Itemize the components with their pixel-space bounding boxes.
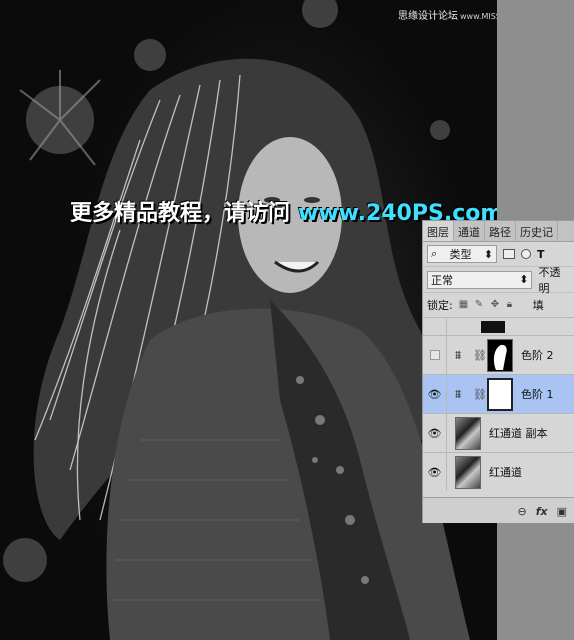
panel-tabs: 图层 通道 路径 历史记	[423, 221, 574, 242]
layer-thumb	[455, 416, 481, 450]
adjustment-filter-icon[interactable]	[521, 249, 531, 259]
layer-red-channel[interactable]: 👁︎ 红通道	[423, 452, 574, 491]
layer-partial-top[interactable]	[423, 317, 574, 335]
mask-thumb[interactable]	[487, 338, 513, 372]
fill-label: 填	[532, 298, 544, 312]
lock-transparent-icon[interactable]: ▦	[459, 299, 469, 310]
promo-text: 更多精品教程，请访问	[70, 201, 291, 226]
opacity-label: 不透明	[538, 265, 561, 295]
watermark-top-url: www.MISSYUAN.COM	[460, 12, 497, 21]
mask-icon[interactable]: ▣	[557, 505, 567, 518]
watermark-top-cn: 思缘设计论坛	[398, 11, 458, 22]
lock-all-icon[interactable]: 🔒︎	[507, 299, 517, 310]
layer-name: 色阶 1	[521, 388, 554, 401]
lock-label: 锁定:	[427, 298, 453, 312]
type-filter-icon[interactable]: T	[537, 248, 545, 261]
layer-red-channel-copy[interactable]: 👁︎ 红通道 副本	[423, 413, 574, 452]
layer-thumb	[481, 320, 505, 333]
layers-panel: 图层 通道 路径 历史记 ⌕ 类型 ⬍ T 正常 ⬍ 不透明 锁定: ▦ ✎ ✥…	[422, 220, 574, 523]
visibility-toggle[interactable]	[423, 318, 447, 335]
layer-levels-2[interactable]: ⩩ ⛓︎ 色阶 2	[423, 335, 574, 374]
link-icon[interactable]: ⛓︎	[473, 388, 487, 401]
visibility-toggle[interactable]: 👁︎	[423, 375, 447, 413]
visibility-toggle[interactable]: 👁︎	[423, 414, 447, 452]
layer-name: 色阶 2	[521, 349, 554, 362]
blend-mode-label: 正常	[431, 273, 453, 287]
visibility-off-icon	[429, 350, 440, 360]
link-icon[interactable]: ⊖	[517, 505, 526, 518]
layer-name: 红通道 副本	[489, 427, 548, 440]
stepper-icon: ⬍	[519, 273, 529, 286]
tab-paths[interactable]: 路径	[485, 221, 516, 241]
layer-name: 红通道	[489, 466, 522, 479]
eye-icon: 👁︎	[427, 465, 442, 479]
layer-levels-1[interactable]: 👁︎ ⩩ ⛓︎ 色阶 1	[423, 374, 574, 413]
mask-thumb[interactable]	[487, 377, 513, 411]
tab-channels[interactable]: 通道	[454, 221, 485, 241]
mask-shape-icon	[493, 344, 507, 370]
link-icon[interactable]: ⛓︎	[473, 349, 487, 362]
image-filter-icon[interactable]	[503, 249, 515, 259]
fx-icon[interactable]: fx	[536, 505, 548, 518]
blend-mode-select[interactable]: 正常 ⬍	[427, 270, 533, 289]
lock-move-icon[interactable]: ✥	[491, 299, 501, 310]
visibility-toggle[interactable]: 👁︎	[423, 453, 447, 491]
eye-icon: 👁︎	[427, 426, 442, 440]
tab-history[interactable]: 历史记	[516, 221, 558, 241]
kind-filter-label: 类型	[449, 248, 472, 261]
layer-list: ⩩ ⛓︎ 色阶 2 👁︎ ⩩ ⛓︎ 色阶 1 👁︎ 红通道 副本 👁︎ 红通道	[423, 317, 574, 491]
search-icon: ⌕	[431, 247, 438, 260]
levels-icon: ⩩	[455, 386, 462, 401]
blend-row: 正常 ⬍ 不透明	[423, 266, 574, 295]
kind-filter-select[interactable]: ⌕ 类型 ⬍	[427, 245, 497, 263]
panel-bottom-bar: ⊖ fx ▣	[423, 497, 574, 523]
stepper-icon: ⬍	[483, 247, 493, 261]
levels-icon: ⩩	[455, 347, 462, 362]
visibility-toggle[interactable]	[423, 336, 447, 374]
layer-thumb	[455, 455, 481, 489]
tab-layers[interactable]: 图层	[423, 221, 454, 241]
filter-row: ⌕ 类型 ⬍ T	[423, 242, 574, 266]
lock-row: 锁定: ▦ ✎ ✥ 🔒︎ 填	[423, 292, 574, 316]
watermark-top: 思缘设计论坛www.MISSYUAN.COM	[398, 7, 497, 22]
eye-icon: 👁︎	[427, 387, 442, 401]
lock-brush-icon[interactable]: ✎	[475, 299, 485, 310]
